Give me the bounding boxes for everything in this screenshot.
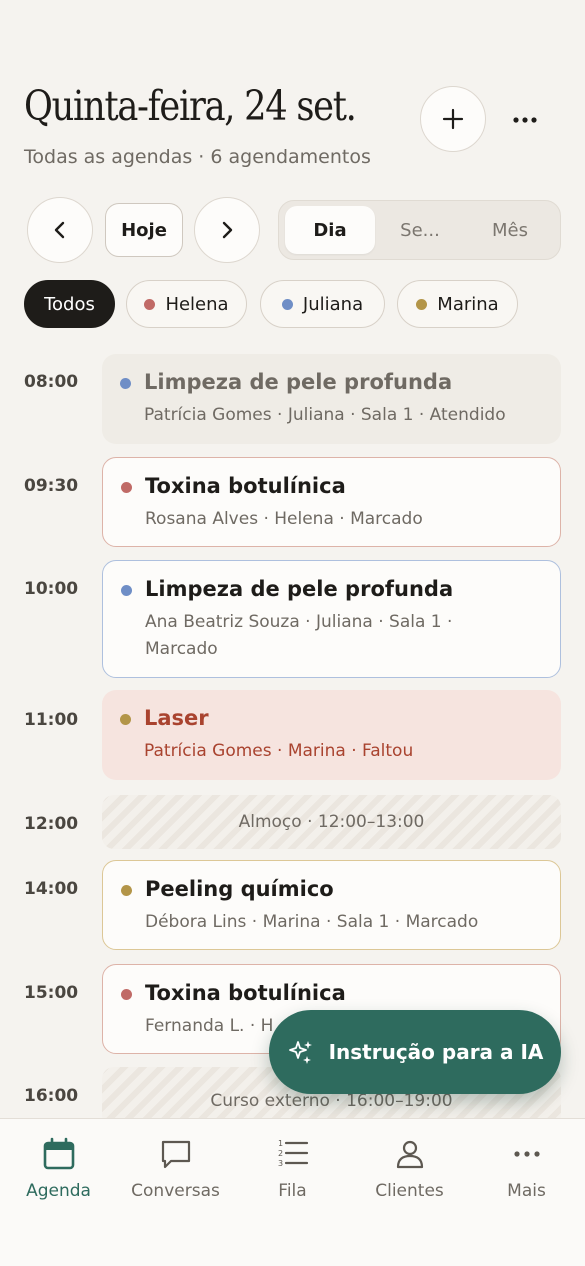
chat-icon	[161, 1140, 190, 1169]
appointment-meta: Débora Lins · Marina · Sala 1 · Marcado	[145, 912, 479, 932]
color-dot	[120, 378, 131, 389]
nav-label: Mais	[507, 1181, 546, 1201]
filter-chip-helena[interactable]: Helena	[126, 280, 247, 328]
blocked-time-label: Curso externo · 16:00–19:00	[210, 1091, 453, 1111]
filter-chip-label: Marina	[437, 293, 499, 315]
time-label: 12:00	[24, 814, 79, 834]
nav-label: Fila	[278, 1181, 307, 1201]
more-horizontal-icon	[513, 117, 537, 123]
appointment-card[interactable]: Laser Patrícia Gomes · Marina · Faltou	[102, 690, 561, 780]
filter-chip-label: Juliana	[302, 293, 364, 315]
view-tab-day[interactable]: Dia	[285, 206, 375, 254]
appointment-title: Toxina botulínica	[145, 981, 346, 1005]
view-tab-week[interactable]: Se...	[375, 206, 465, 254]
filter-chip-marina[interactable]: Marina	[397, 280, 518, 328]
ai-instruction-button[interactable]: Instrução para a IA	[269, 1010, 561, 1094]
svg-text:2: 2	[278, 1149, 283, 1158]
prev-day-button[interactable]	[27, 197, 93, 263]
appointment-title: Laser	[144, 706, 209, 730]
nav-item-conversas[interactable]: Conversas	[117, 1137, 234, 1201]
time-label: 16:00	[24, 1086, 79, 1106]
today-button[interactable]: Hoje	[105, 203, 183, 257]
page-header: Quinta-feira, 24 set. Todas as agendas ·…	[24, 82, 410, 168]
numbered-list-icon: 1 2 3	[278, 1139, 308, 1168]
next-day-button[interactable]	[194, 197, 260, 263]
appointment-title: Peeling químico	[145, 877, 334, 901]
user-icon	[396, 1140, 423, 1169]
filter-chip-juliana[interactable]: Juliana	[260, 280, 385, 328]
view-switcher: Dia Se... Mês	[278, 200, 561, 260]
color-dot	[121, 482, 132, 493]
color-dot	[121, 989, 132, 1000]
appointment-card[interactable]: Limpeza de pele profunda Patrícia Gomes …	[102, 354, 561, 444]
blocked-time-label: Almoço · 12:00–13:00	[238, 812, 425, 832]
color-dot	[281, 298, 293, 310]
chevron-right-icon	[222, 221, 233, 239]
color-dot	[416, 298, 428, 310]
nav-item-fila[interactable]: 1 2 3 Fila	[234, 1137, 351, 1201]
appointment-meta: Ana Beatriz Souza · Juliana · Sala 1 · M…	[145, 612, 453, 659]
plus-icon	[442, 108, 464, 130]
appointment-title: Limpeza de pele profunda	[145, 577, 454, 601]
filter-chip-all[interactable]: Todos	[24, 280, 115, 328]
color-dot	[120, 714, 131, 725]
time-label: 14:00	[24, 879, 79, 899]
color-dot	[121, 585, 132, 596]
bottom-navigation: Agenda Conversas 1 2 3 Fila Clientes Mai…	[0, 1118, 585, 1266]
page-title: Quinta-feira, 24 set.	[24, 82, 357, 130]
color-dot	[144, 298, 156, 310]
nav-item-agenda[interactable]: Agenda	[0, 1137, 117, 1201]
appointment-card[interactable]: Peeling químico Débora Lins · Marina · S…	[102, 860, 561, 950]
sparkles-icon	[288, 1041, 312, 1064]
nav-item-clientes[interactable]: Clientes	[351, 1137, 468, 1201]
appointment-title: Limpeza de pele profunda	[144, 370, 453, 394]
filter-chip-label: Helena	[165, 293, 229, 315]
appointment-meta: Rosana Alves · Helena · Marcado	[145, 509, 423, 529]
color-dot	[121, 885, 132, 896]
more-options-button[interactable]	[505, 100, 545, 140]
add-appointment-button[interactable]	[420, 86, 486, 152]
appointment-meta: Patrícia Gomes · Juliana · Sala 1 · Aten…	[144, 405, 506, 425]
appointment-card[interactable]: Toxina botulínica Rosana Alves · Helena …	[102, 457, 561, 547]
time-label: 10:00	[24, 579, 79, 599]
svg-text:3: 3	[278, 1159, 283, 1168]
nav-label: Clientes	[375, 1181, 444, 1201]
filter-chip-label: Todos	[44, 293, 95, 315]
more-horizontal-icon	[513, 1151, 540, 1157]
time-label: 11:00	[24, 710, 79, 730]
time-label: 09:30	[24, 476, 79, 496]
nav-label: Conversas	[131, 1181, 220, 1201]
view-tab-month[interactable]: Mês	[465, 206, 555, 254]
chevron-left-icon	[54, 221, 65, 239]
ai-instruction-label: Instrução para a IA	[328, 1040, 544, 1064]
nav-item-mais[interactable]: Mais	[468, 1137, 585, 1201]
appointment-card[interactable]: Limpeza de pele profunda Ana Beatriz Sou…	[102, 560, 561, 678]
page-subtitle: Todas as agendas · 6 agendamentos	[24, 146, 371, 168]
svg-text:1: 1	[278, 1139, 283, 1148]
calendar-icon	[43, 1137, 74, 1170]
time-label: 08:00	[24, 372, 79, 392]
blocked-time-lunch: Almoço · 12:00–13:00	[102, 795, 561, 849]
nav-label: Agenda	[26, 1181, 91, 1201]
appointment-title: Toxina botulínica	[145, 474, 346, 498]
time-label: 15:00	[24, 983, 79, 1003]
appointment-meta: Patrícia Gomes · Marina · Faltou	[144, 741, 414, 761]
